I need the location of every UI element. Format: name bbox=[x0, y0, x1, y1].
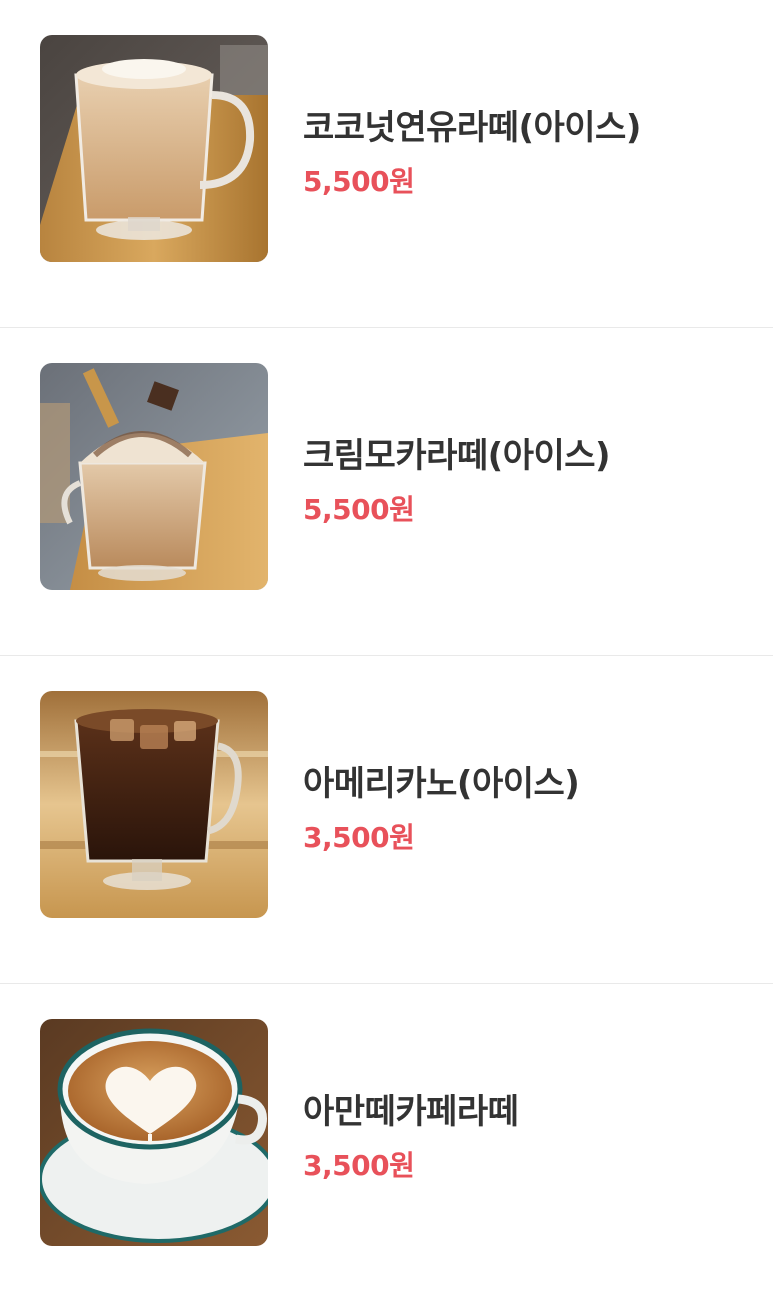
menu-item-name: 아메리카노(아이스) bbox=[303, 764, 580, 804]
menu-item-price: 5,500원 bbox=[303, 493, 415, 526]
menu-item[interactable]: 크림모카라떼(아이스) 5,500원 bbox=[0, 328, 773, 656]
iced-coconut-latte-photo[interactable] bbox=[40, 35, 268, 262]
latte-art-cup-photo[interactable] bbox=[40, 1019, 268, 1246]
menu-item-price: 3,500원 bbox=[303, 1149, 415, 1182]
menu-item-name: 아만떼카페라떼 bbox=[303, 1092, 519, 1132]
menu-list: 코코넛연유라떼(아이스) 5,500원 크림모카라떼(아이스) 5,500원 아… bbox=[0, 0, 773, 1312]
menu-item[interactable]: 코코넛연유라떼(아이스) 5,500원 bbox=[0, 0, 773, 328]
iced-cream-mocha-photo[interactable] bbox=[40, 363, 268, 590]
menu-item-name: 코코넛연유라떼(아이스) bbox=[303, 108, 641, 148]
menu-item-price: 3,500원 bbox=[303, 821, 415, 854]
iced-americano-photo[interactable] bbox=[40, 691, 268, 918]
menu-item-name: 크림모카라떼(아이스) bbox=[303, 436, 611, 476]
menu-item-price: 5,500원 bbox=[303, 165, 415, 198]
menu-item[interactable]: 아만떼카페라떼 3,500원 bbox=[0, 984, 773, 1312]
menu-item[interactable]: 아메리카노(아이스) 3,500원 bbox=[0, 656, 773, 984]
